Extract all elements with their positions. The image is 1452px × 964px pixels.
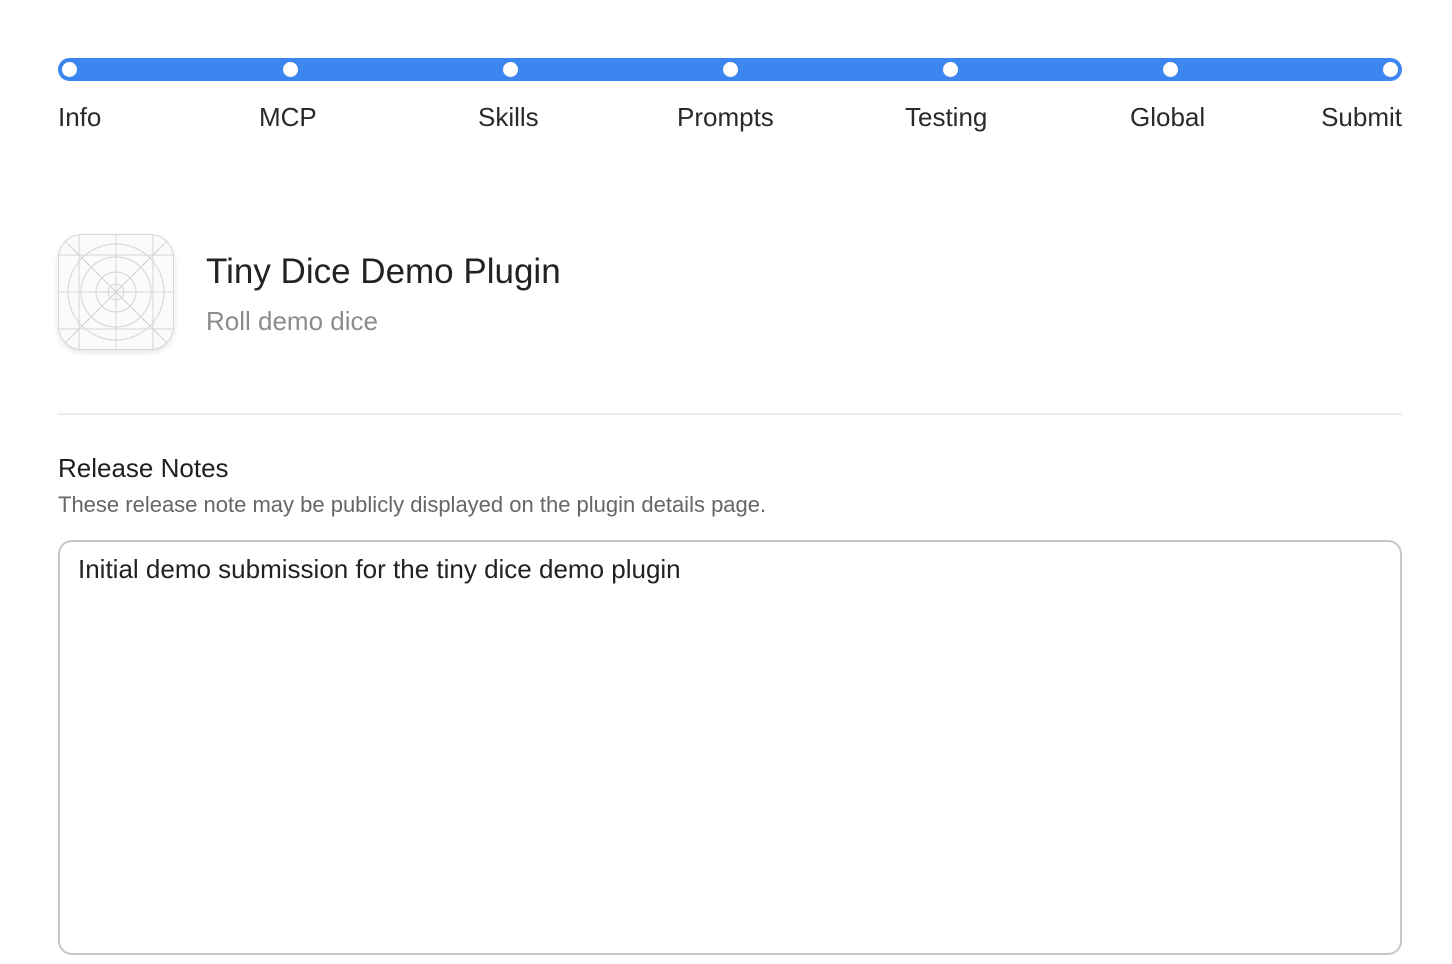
step-global[interactable]: Global xyxy=(1130,102,1205,133)
step-dot-submit xyxy=(1382,62,1398,77)
step-dot-testing xyxy=(942,62,958,77)
step-skills[interactable]: Skills xyxy=(478,102,539,133)
plugin-subtitle: Roll demo dice xyxy=(206,306,378,336)
app-icon-grid-icon xyxy=(59,235,173,349)
plugin-submission-page: Info MCP Skills Prompts Testing Global S… xyxy=(0,0,1452,964)
release-notes-title: Release Notes xyxy=(58,453,229,483)
step-dot-info xyxy=(61,62,77,77)
step-prompts[interactable]: Prompts xyxy=(677,102,774,133)
step-submit[interactable]: Submit xyxy=(1321,102,1402,133)
step-dot-mcp xyxy=(282,62,298,77)
step-dot-skills xyxy=(502,62,518,77)
app-icon-placeholder xyxy=(58,234,174,350)
release-notes-textarea[interactable]: Initial demo submission for the tiny dic… xyxy=(58,540,1402,955)
progress-stepper: Info MCP Skills Prompts Testing Global S… xyxy=(58,58,1402,148)
step-mcp[interactable]: MCP xyxy=(259,102,317,133)
section-divider xyxy=(58,413,1402,415)
plugin-header: Tiny Dice Demo Plugin Roll demo dice xyxy=(58,234,1402,352)
plugin-title: Tiny Dice Demo Plugin xyxy=(206,252,561,291)
step-dot-global xyxy=(1162,62,1178,77)
step-info[interactable]: Info xyxy=(58,102,101,133)
step-dot-prompts xyxy=(722,62,738,77)
step-testing[interactable]: Testing xyxy=(905,102,987,133)
release-notes-help-text: These release note may be publicly displ… xyxy=(58,492,767,517)
